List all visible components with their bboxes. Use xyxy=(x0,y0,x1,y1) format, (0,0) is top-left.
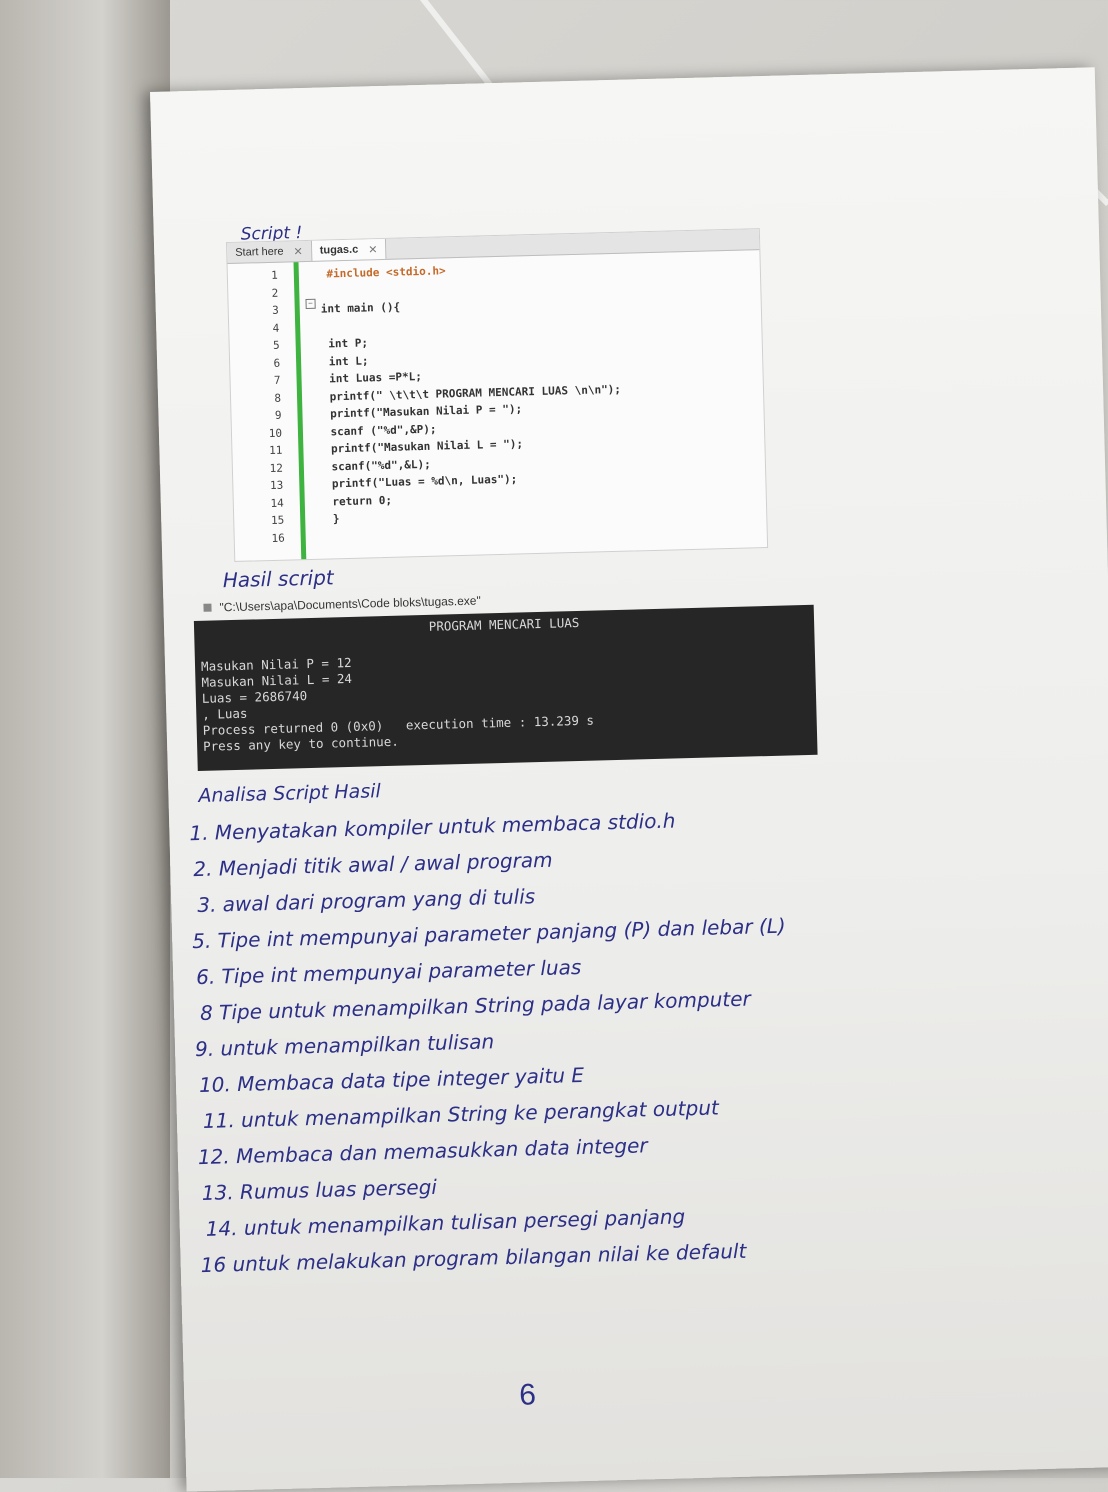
line-number: 16 xyxy=(271,531,285,545)
code-line: return 0; xyxy=(325,493,393,509)
analisa-item: 16 untuk melakukan program bilangan nila… xyxy=(200,1238,747,1278)
close-icon[interactable]: ✕ xyxy=(368,243,378,256)
console-app-icon xyxy=(203,603,212,612)
notebook-page: Script ! Start here ✕ tugas.c ✕ − 1 #inc… xyxy=(150,67,1108,1492)
line-number: 6 xyxy=(273,356,281,370)
console-line: , Luas xyxy=(202,705,248,722)
page-number: 6 xyxy=(518,1378,537,1412)
code-line: #include <stdio.h> xyxy=(319,264,446,281)
analisa-label: Analisa Script Hasil xyxy=(198,780,382,807)
console-line: Luas = 2686740 xyxy=(201,688,308,706)
line-number: 3 xyxy=(271,303,279,317)
changed-lines-bar xyxy=(293,262,307,560)
line-number: 13 xyxy=(269,478,284,492)
code-line: printf("Luas = %d\n, Luas"); xyxy=(325,472,518,491)
previous-page-edge xyxy=(0,0,170,1478)
line-number: 5 xyxy=(272,338,280,352)
tab-label: Start here xyxy=(235,245,284,259)
line-number: 2 xyxy=(271,286,279,300)
line-number: 7 xyxy=(273,373,281,387)
console-line: Masukan Nilai L = 24 xyxy=(201,670,353,690)
tab-start-here[interactable]: Start here ✕ xyxy=(226,240,313,264)
code-area[interactable]: − 1 #include <stdio.h> 2 3 int main (){ 4 5 i… xyxy=(228,250,768,561)
analisa-item: 10. Membaca data tipe integer yaitu E xyxy=(198,1062,585,1098)
code-line: int P; xyxy=(321,336,369,351)
analisa-item: 12. Membaca dan memasukkan data integer xyxy=(197,1133,648,1170)
tab-tugas-c[interactable]: tugas.c ✕ xyxy=(311,238,387,261)
line-number: 15 xyxy=(270,513,285,527)
analisa-item: 3. awal dari program yang di tulis xyxy=(196,884,536,918)
line-number: 11 xyxy=(269,443,283,458)
line-number: 12 xyxy=(269,461,284,475)
code-line: int L; xyxy=(321,353,369,369)
hasil-script-label: Hasil script xyxy=(222,565,335,593)
console-output: PROGRAM MENCARI LUAS Masukan Nilai P = 1… xyxy=(193,604,818,771)
code-editor-printout: Start here ✕ tugas.c ✕ − 1 #include <std… xyxy=(225,228,769,562)
close-icon[interactable]: ✕ xyxy=(293,245,303,258)
line-number: 10 xyxy=(268,426,283,440)
line-number: 8 xyxy=(274,391,282,405)
analisa-item: 11. untuk menampilkan String ke perangka… xyxy=(202,1095,720,1133)
analisa-item: 6. Tipe int mempunyai parameter luas xyxy=(195,955,582,990)
code-line: } xyxy=(326,512,340,526)
tab-label: tugas.c xyxy=(319,243,359,257)
analisa-item: 13. Rumus luas persegi xyxy=(201,1174,438,1206)
analisa-item: 5. Tipe int mempunyai parameter panjang … xyxy=(191,913,786,954)
analisa-item: 1. Menyatakan kompiler untuk membaca std… xyxy=(189,808,676,846)
code-line: int main (){ xyxy=(320,300,401,316)
line-number: 9 xyxy=(274,408,282,422)
analisa-list: 1. Menyatakan kompiler untuk membaca std… xyxy=(150,67,1095,1278)
line-number: 1 xyxy=(271,268,279,282)
analisa-item: 8 Tipe untuk menampilkan String pada lay… xyxy=(199,986,751,1025)
line-number: 14 xyxy=(270,496,284,510)
analisa-item: 9. untuk menampilkan tulisan xyxy=(194,1029,495,1062)
analisa-item: 2. Menjadi titik awal / awal program xyxy=(193,847,553,882)
line-number: 4 xyxy=(272,321,280,335)
console-title: "C:\Users\apa\Documents\Code bloks\tugas… xyxy=(219,593,481,615)
analisa-item: 14. untuk menampilkan tulisan persegi pa… xyxy=(205,1204,686,1241)
fold-toggle-icon[interactable]: − xyxy=(305,298,316,309)
